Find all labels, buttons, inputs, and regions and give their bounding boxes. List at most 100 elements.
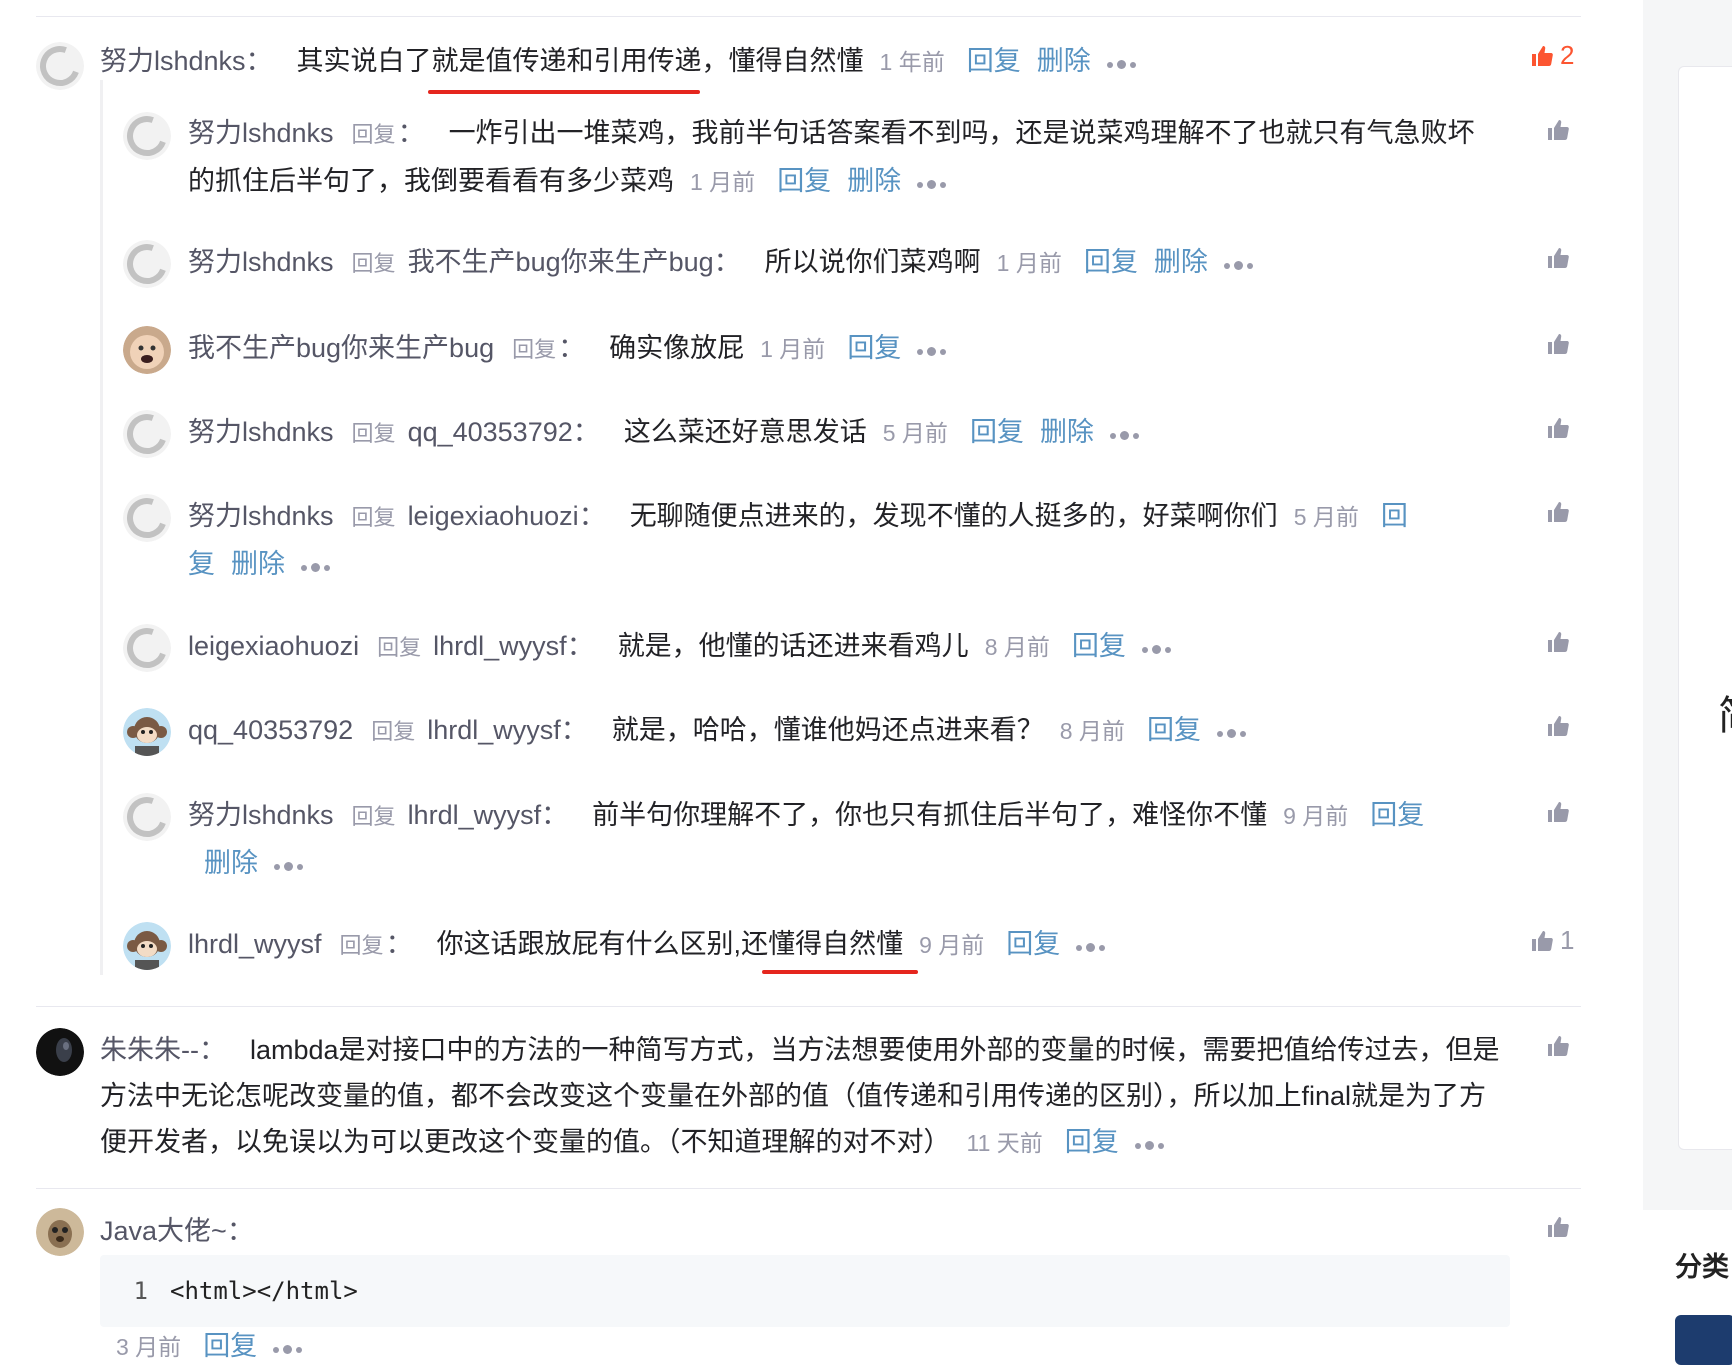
comment-time: 8 月前 — [1059, 718, 1125, 744]
reply-to-label: 回复 — [351, 122, 396, 147]
c-icon[interactable] — [123, 112, 171, 160]
reply-button[interactable]: 回复 — [1072, 631, 1126, 661]
thumbs-up-icon — [1548, 248, 1569, 268]
more-icon[interactable] — [1141, 625, 1175, 671]
comment-author[interactable]: lhrdl_wyysf — [188, 929, 322, 959]
reply-target[interactable]: qq_40353792 — [408, 417, 573, 447]
more-icon[interactable] — [1076, 923, 1109, 969]
like-button[interactable] — [1546, 246, 1570, 270]
comment-author[interactable]: 努力lshdnks — [188, 417, 334, 447]
delete-button[interactable]: 删除 — [1037, 46, 1091, 76]
reply-button[interactable]: 回复 — [203, 1331, 257, 1361]
comment-text-highlight: 就是值传递和引用传递 — [431, 46, 702, 76]
more-icon[interactable] — [273, 1328, 306, 1368]
reply-button[interactable]: 回复 — [1370, 800, 1424, 830]
sidebar-partial-text: 简 — [1718, 683, 1732, 741]
like-button[interactable] — [1546, 332, 1570, 356]
like-button[interactable] — [1546, 416, 1570, 440]
like-button[interactable] — [1546, 630, 1570, 654]
more-icon[interactable] — [917, 327, 950, 373]
like-button[interactable] — [1546, 118, 1570, 142]
comment-author[interactable]: 努力lshdnks — [188, 118, 334, 148]
reply-body: 努力lshdnks 回复 我不生产bug你来生产bug： 所以说你们菜鸡啊 1 月前 回复… — [188, 239, 1498, 287]
more-icon[interactable] — [301, 543, 334, 589]
delete-button[interactable]: 删除 — [204, 848, 258, 878]
more-icon[interactable] — [1223, 241, 1257, 287]
like-button[interactable]: 1 — [1530, 925, 1574, 956]
delete-button[interactable]: 删除 — [231, 549, 285, 579]
comment-author[interactable]: qq_40353792 — [188, 715, 353, 745]
reply-target[interactable]: 我不生产bug你来生产bug — [408, 247, 714, 277]
comment-meta: 3 月前 回复 — [116, 1326, 716, 1368]
c-icon[interactable] — [123, 494, 171, 542]
c-icon[interactable] — [36, 42, 84, 90]
thumbs-up-icon — [1548, 418, 1569, 438]
reply-button[interactable]: 回复 — [847, 333, 901, 363]
like-button[interactable] — [1546, 500, 1570, 524]
reply-target[interactable]: leigexiaohuozi — [408, 501, 579, 531]
red-underline-annotation — [428, 90, 700, 94]
code-line-number: 1 — [133, 1277, 148, 1305]
reply-target[interactable]: lhrdl_wyysf — [408, 800, 542, 830]
c-icon[interactable] — [123, 793, 171, 841]
reply-button[interactable]: 回复 — [777, 166, 831, 196]
comment-author[interactable]: 努力lshdnks — [188, 800, 334, 830]
reply-to-label: 回复 — [351, 804, 396, 829]
c-icon[interactable] — [123, 240, 171, 288]
c-icon[interactable] — [123, 410, 171, 458]
like-button[interactable] — [1546, 1034, 1570, 1058]
comment-time: 5 月前 — [882, 420, 948, 446]
comment-time: 1 月前 — [690, 169, 756, 195]
monkey-avatar[interactable] — [123, 922, 171, 970]
reply-target[interactable]: lhrdl_wyysf — [427, 715, 561, 745]
comment-author[interactable]: 努力lshdnks — [188, 501, 334, 531]
comment-text: 无聊随便点进来的，发现不懂的人挺多的，好菜啊你们 — [629, 501, 1278, 531]
more-icon[interactable] — [917, 160, 950, 206]
like-button[interactable] — [1546, 714, 1570, 738]
more-icon[interactable] — [274, 842, 307, 888]
c-icon[interactable] — [123, 624, 171, 672]
more-icon[interactable] — [1106, 40, 1140, 86]
comment-text: 这么菜还好意思发话 — [623, 417, 867, 447]
comment-body: 朱朱朱--： lambda是对接口中的方法的一种简写方式，当方法想要使用外部的变量… — [100, 1027, 1510, 1167]
reply-button[interactable]: 回复 — [1065, 1127, 1119, 1157]
comment-section: 努力lshdnks： 其实说白了就是值传递和引用传递，懂得自然懂 1 年前 回复 删除 … — [0, 0, 1600, 1361]
comment-text: 你这话跟放屁有什么区别, — [436, 929, 742, 959]
comment-author[interactable]: 努力lshdnks — [100, 46, 246, 76]
delete-button[interactable]: 删除 — [847, 166, 901, 196]
like-button[interactable]: 2 — [1530, 40, 1574, 71]
reply-button[interactable]: 回复 — [1147, 715, 1201, 745]
comment-body: Java大佬~： — [100, 1216, 254, 1246]
reply-button[interactable]: 回复 — [1084, 247, 1138, 277]
comment-body: 努力lshdnks： 其实说白了就是值传递和引用传递，懂得自然懂 1 年前 回复 删除 — [100, 38, 1440, 86]
delete-button[interactable]: 删除 — [1040, 417, 1094, 447]
more-icon[interactable] — [1109, 411, 1143, 457]
reply-button[interactable]: 回复 — [970, 417, 1024, 447]
dark-avatar[interactable] — [36, 1028, 84, 1076]
comment-author[interactable]: Java大佬~ — [100, 1216, 227, 1246]
more-icon[interactable] — [1134, 1121, 1168, 1167]
comment-author[interactable]: leigexiaohuozi — [188, 631, 359, 661]
thumbs-up-icon — [1532, 45, 1553, 66]
comment-author[interactable]: 我不生产bug你来生产bug — [188, 333, 494, 363]
like-button[interactable] — [1546, 800, 1570, 824]
more-icon[interactable] — [1216, 709, 1250, 755]
reply-button[interactable]: 回复 — [1006, 929, 1060, 959]
delete-button[interactable]: 删除 — [1154, 247, 1208, 277]
comment-text: ，懂得自然懂 — [701, 46, 864, 76]
reply-button[interactable]: 回复 — [967, 46, 1021, 76]
code-text: <html></html> — [170, 1277, 358, 1305]
baby-avatar[interactable] — [123, 326, 171, 374]
comment-author[interactable]: 努力lshdnks — [188, 247, 334, 277]
reply-target[interactable]: lhrdl_wyysf — [433, 631, 567, 661]
like-button[interactable] — [1546, 1215, 1570, 1239]
reply-to-label: 回复 — [351, 505, 396, 530]
thumbs-up-icon — [1548, 716, 1569, 736]
sidebar-section-title: 分类 — [1675, 1252, 1729, 1282]
comment-text: 所以说你们菜鸡啊 — [764, 247, 981, 277]
monkey-avatar[interactable] — [123, 708, 171, 756]
comment-author[interactable]: 朱朱朱-- — [100, 1035, 199, 1065]
meerkat-avatar[interactable] — [36, 1208, 84, 1256]
reply-to-label: 回复 — [351, 421, 396, 446]
like-count: 2 — [1560, 40, 1575, 70]
